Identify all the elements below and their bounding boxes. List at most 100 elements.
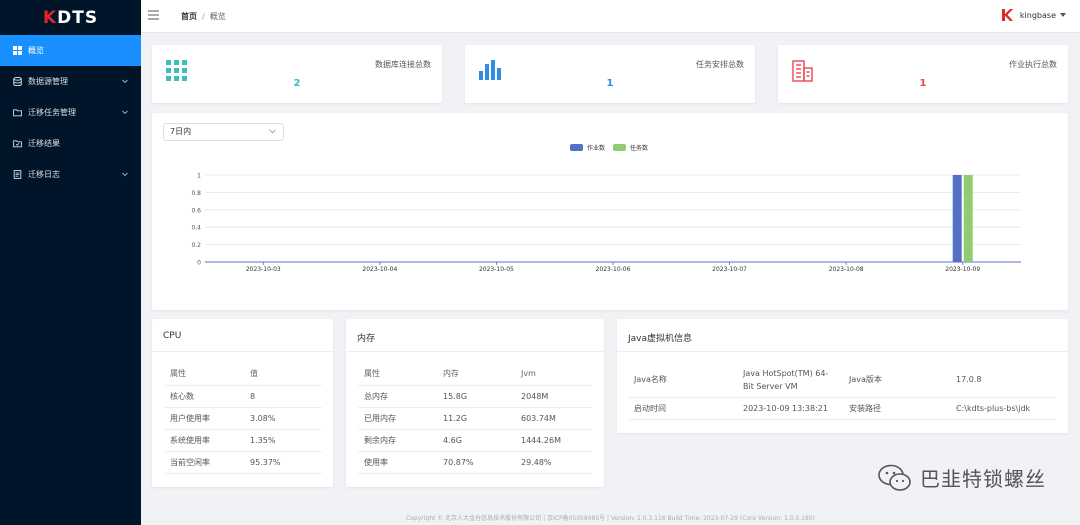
table-cell: 95.37%	[244, 451, 322, 474]
stat-card-db-connections: 数据库连接总数 2	[152, 45, 442, 103]
table-header: 属性	[164, 363, 244, 386]
table-cell: 总内存	[358, 385, 437, 408]
x-tick-label: 2023-10-03	[246, 266, 281, 273]
memory-card: 内存 属性 内存 Jvm 总内存 15.8G 2048M 已用内存 11.2G 603.…	[346, 319, 604, 487]
table-header: 值	[244, 363, 322, 386]
y-tick-label: 0.4	[191, 225, 201, 232]
table-cell: C:\kdts-plus-bs\jdk	[950, 397, 1056, 420]
table-cell: 11.2G	[437, 407, 515, 430]
table-row: Java名称 Java HotSpot(TM) 64-Bit Server VM…	[628, 363, 1056, 398]
user-menu[interactable]: kingbase	[1000, 8, 1066, 22]
breadcrumb-separator: /	[202, 12, 205, 21]
bar	[963, 175, 973, 262]
table-cell: 用户使用率	[164, 407, 244, 430]
table-cell: 603.74M	[515, 407, 592, 430]
table-cell: 2048M	[515, 385, 592, 408]
sidebar-item-migration-results[interactable]: 迁移结果	[0, 128, 141, 159]
caret-down-icon	[1060, 12, 1066, 17]
jvm-card: Java虚拟机信息 Java名称 Java HotSpot(TM) 64-Bit…	[617, 319, 1068, 433]
folder-check-icon	[13, 139, 22, 148]
chart-card: 7日内 作业数 任务数 0 0.2 0.4 0.6 0.8 1 2023-10-03 2023…	[152, 113, 1068, 310]
wechat-icon	[878, 464, 911, 491]
table-cell: 29.48%	[515, 451, 592, 474]
table-cell: 核心数	[164, 385, 244, 408]
x-tick-label: 2023-10-06	[596, 266, 631, 273]
y-tick-label: 0.8	[191, 190, 201, 197]
stat-value: 1	[606, 78, 614, 89]
table-cell: 安装路径	[843, 397, 950, 420]
x-tick-label: 2023-10-07	[712, 266, 747, 273]
sidebar-item-label: 迁移任务管理	[28, 108, 76, 117]
table-cell: 1444.26M	[515, 429, 592, 452]
watermark: 巴韭特锁螺丝	[878, 463, 1046, 492]
table-row: 剩余内存 4.6G 1444.26M	[358, 429, 592, 452]
divider	[346, 351, 604, 352]
cpu-card: CPU 属性 值 核心数 8 用户使用率 3.08% 系统使用率 1.35% 当前空闲…	[152, 319, 333, 487]
x-tick-label: 2023-10-05	[479, 266, 514, 273]
sidebar: K DTS 概览 数据源管理 迁移任务管理 迁移结果 迁移日志	[0, 0, 141, 525]
stat-label: 作业执行总数	[1009, 60, 1057, 69]
table-cell: 1.35%	[244, 429, 322, 452]
table-row: 核心数 8	[164, 385, 322, 408]
sidebar-item-label: 数据源管理	[28, 77, 68, 86]
jvm-table: Java名称 Java HotSpot(TM) 64-Bit Server VM…	[628, 363, 1056, 420]
table-cell: 17.0.8	[950, 363, 1056, 398]
chevron-down-icon	[122, 110, 128, 115]
divider	[617, 351, 1068, 352]
table-row: 总内存 15.8G 2048M	[358, 385, 592, 408]
divider	[152, 351, 333, 352]
app-logo[interactable]: K DTS	[0, 0, 141, 35]
sidebar-item-overview[interactable]: 概览	[0, 35, 141, 66]
table-header: Jvm	[515, 363, 592, 386]
bar	[952, 175, 962, 262]
menu-toggle-icon[interactable]	[148, 10, 159, 20]
table-cell: 系统使用率	[164, 429, 244, 452]
sidebar-item-datasource[interactable]: 数据源管理	[0, 66, 141, 97]
y-tick-label: 0.2	[191, 242, 201, 249]
username: kingbase	[1019, 10, 1056, 20]
table-cell: Java名称	[628, 363, 737, 398]
kingbase-logo-icon	[1001, 9, 1013, 21]
breadcrumb-current: 概览	[209, 12, 226, 21]
x-tick-label: 2023-10-04	[362, 266, 397, 273]
table-cell: 当前空闲率	[164, 451, 244, 474]
table-row: 启动时间 2023-10-09 13:38:21 安装路径 C:\kdts-pl…	[628, 397, 1056, 420]
breadcrumb: 首页 / 概览	[181, 11, 226, 22]
panel-title: Java虚拟机信息	[628, 334, 693, 344]
table-row: 用户使用率 3.08%	[164, 407, 322, 430]
table-cell: 已用内存	[358, 407, 437, 430]
table-row: 已用内存 11.2G 603.74M	[358, 407, 592, 430]
breadcrumb-home[interactable]: 首页	[181, 11, 197, 22]
sidebar-item-label: 概览	[28, 46, 44, 55]
stat-value: 2	[293, 78, 301, 89]
memory-table: 属性 内存 Jvm 总内存 15.8G 2048M 已用内存 11.2G 603.74M…	[358, 363, 592, 474]
chevron-down-icon	[122, 79, 128, 84]
table-header-row: 属性 值	[164, 363, 322, 386]
sidebar-item-label: 迁移日志	[28, 170, 60, 179]
table-cell: 3.08%	[244, 407, 322, 430]
table-header: 内存	[437, 363, 515, 386]
table-cell: Java HotSpot(TM) 64-Bit Server VM	[737, 363, 843, 398]
stat-value: 1	[919, 78, 927, 89]
x-tick-label: 2023-10-09	[945, 266, 980, 273]
table-cell: 使用率	[358, 451, 437, 474]
stat-label: 数据库连接总数	[375, 60, 431, 69]
bar-chart: 0 0.2 0.4 0.6 0.8 1 2023-10-03 2023-10-04 2023-1…	[191, 173, 1021, 273]
cpu-table: 属性 值 核心数 8 用户使用率 3.08% 系统使用率 1.35% 当前空闲率 95.…	[164, 363, 322, 474]
x-tick-label: 2023-10-08	[829, 266, 864, 273]
stat-card-job-executions: 作业执行总数 1	[778, 45, 1068, 103]
chevron-down-icon	[122, 172, 128, 177]
table-row: 系统使用率 1.35%	[164, 429, 322, 452]
table-cell: 剩余内存	[358, 429, 437, 452]
table-cell: 70.87%	[437, 451, 515, 474]
table-cell: 15.8G	[437, 385, 515, 408]
folder-icon	[13, 108, 22, 117]
y-tick-label: 0.6	[191, 207, 201, 214]
panel-title: 内存	[357, 334, 376, 344]
table-row: 使用率 70.87% 29.48%	[358, 451, 592, 474]
table-cell: 2023-10-09 13:38:21	[737, 397, 843, 420]
sidebar-item-migration-tasks[interactable]: 迁移任务管理	[0, 97, 141, 128]
sidebar-item-migration-logs[interactable]: 迁移日志	[0, 159, 141, 190]
watermark-text: 巴韭特锁螺丝	[920, 467, 1046, 491]
database-icon	[13, 77, 22, 86]
